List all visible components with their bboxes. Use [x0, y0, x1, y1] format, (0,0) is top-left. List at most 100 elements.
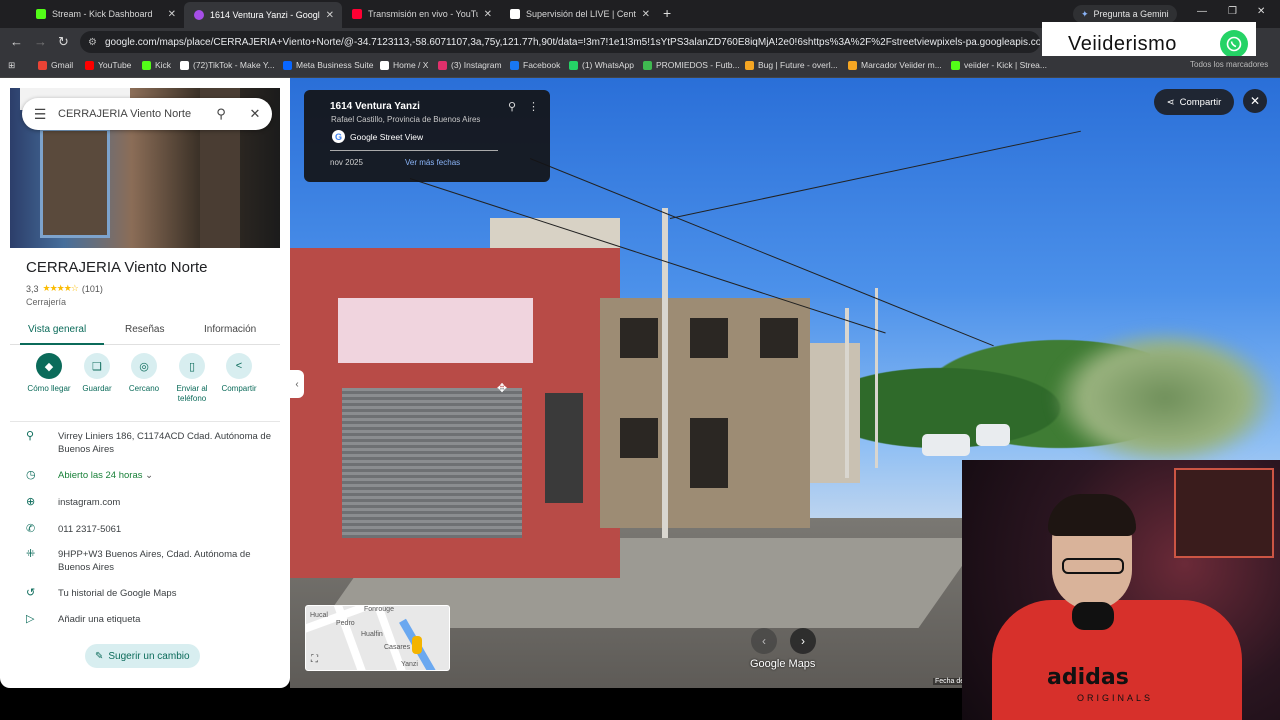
tab-reviews[interactable]: Reseñas [125, 324, 164, 335]
address-bar[interactable]: ⚙ google.com/maps/place/CERRAJERIA+Vient… [80, 31, 1040, 53]
bookmark-instagram[interactable]: (3) Instagram [438, 60, 502, 70]
forward-arrow-icon[interactable]: → [34, 34, 47, 49]
youtube-icon [352, 9, 362, 19]
hamburger-menu-icon[interactable]: ☰ [22, 106, 58, 123]
close-tab-icon[interactable]: ✕ [326, 10, 334, 21]
suggest-label: Sugerir un cambio [108, 650, 190, 662]
building-far [810, 343, 860, 483]
plus-code-row[interactable]: ⁜ 9HPP+W3 Buenos Aires, Cdad. Autónoma d… [26, 548, 276, 574]
share-button[interactable]: ⋖ Compartir [1154, 89, 1234, 115]
more-dates-link[interactable]: Ver más fechas [405, 158, 460, 167]
street-label: Casares [384, 644, 411, 651]
tab-google-maps[interactable]: 1614 Ventura Yanzi - Google M ✕ [184, 2, 342, 28]
share-icon: ⋖ [1166, 96, 1175, 108]
search-icon[interactable]: ⚲ [204, 106, 238, 122]
place-category[interactable]: Cerrajería [26, 297, 66, 307]
tab-kick-dashboard[interactable]: Stream - Kick Dashboard ✕ [26, 4, 184, 24]
close-window-icon[interactable]: ✕ [1257, 6, 1265, 17]
bookmark-x[interactable]: Home / X [380, 60, 428, 70]
bookmark-marcador[interactable]: Marcador Veiider m... [848, 60, 942, 70]
street-view-source: G Google Street View [332, 130, 423, 143]
street-view-minimap[interactable]: Fonrouge Pedro Hualfin Casares Yanzi Huc… [305, 605, 450, 671]
close-tab-icon[interactable]: ✕ [484, 9, 492, 20]
close-street-view-button[interactable]: ✕ [1243, 89, 1267, 113]
chevron-down-icon[interactable]: ⌄ [145, 470, 153, 481]
suggest-edit-button[interactable]: ✎ Sugerir un cambio [85, 644, 200, 668]
window [690, 318, 728, 358]
more-options-icon[interactable]: ⋮ [528, 100, 539, 113]
phone-row[interactable]: ✆ 011 2317-5061 [26, 523, 276, 536]
bookmark-kick[interactable]: Kick [142, 60, 171, 70]
all-bookmarks-button[interactable]: Todos los marcadores [1190, 60, 1268, 69]
kick-icon [951, 60, 960, 70]
apps-grid-icon[interactable]: ⊞ [8, 60, 15, 71]
search-input[interactable]: CERRAJERIA Viento Norte [58, 108, 204, 120]
save-button[interactable]: ❑ Guardar [70, 353, 124, 394]
google-g-icon: G [332, 130, 345, 143]
address-row[interactable]: ⚲ Virrey Liniers 186, C1174ACD Cdad. Aut… [26, 430, 276, 456]
back-arrow-icon[interactable]: ← [10, 34, 23, 49]
reload-icon[interactable]: ↻ [58, 34, 69, 50]
bookmark-veiider-kick[interactable]: veiider - Kick | Strea... [951, 60, 1047, 70]
bookmark-promiedos[interactable]: PROMIEDOS - Futb... [643, 60, 740, 70]
website-row[interactable]: ⊕ instagram.com [26, 496, 276, 509]
bookmark-tiktok[interactable]: (72)TikTok - Make Y... [180, 60, 275, 70]
directions-button[interactable]: ◆ Cómo llegar [22, 353, 76, 394]
tab-tiktok-live[interactable]: Supervisión del LIVE | Centro LI ✕ [500, 4, 658, 24]
close-tab-icon[interactable]: ✕ [642, 9, 650, 20]
minimize-icon[interactable]: — [1197, 6, 1207, 17]
location-pin-icon[interactable]: ⚲ [508, 100, 516, 113]
place-tabs: Vista general Reseñas Información [10, 321, 280, 345]
close-icon: ✕ [1249, 94, 1261, 108]
window [620, 418, 658, 458]
share-place-button[interactable]: < Compartir [212, 353, 266, 394]
collapse-panel-button[interactable]: ‹ [290, 370, 304, 398]
phone-number[interactable]: 011 2317-5061 [58, 523, 276, 536]
website-link[interactable]: instagram.com [58, 496, 276, 509]
label-row[interactable]: ▷ Añadir una etiqueta [26, 613, 276, 626]
rating-row[interactable]: 3,3 ★★★★☆ (101) [26, 283, 103, 294]
rating-value: 3,3 [26, 283, 39, 294]
bookmark-gmail[interactable]: Gmail [38, 60, 73, 70]
review-count: (101) [81, 283, 103, 294]
hours-row[interactable]: ◷ Abierto las 24 horas ⌄ [26, 469, 276, 482]
pegman-icon[interactable] [412, 636, 422, 654]
bookmark-bug-future[interactable]: Bug | Future - overl... [745, 60, 838, 70]
facebook-icon [510, 60, 519, 70]
share-label: Compartir [1179, 96, 1222, 108]
bookmark-u-icon [848, 60, 857, 70]
tab-youtube-live[interactable]: Transmisión en vivo - YouTube ✕ [342, 4, 500, 24]
next-view-button[interactable]: › [790, 628, 816, 654]
previous-view-button[interactable]: ‹ [751, 628, 777, 654]
url-text: google.com/maps/place/CERRAJERIA+Viento+… [104, 36, 1040, 48]
building-shop [290, 248, 620, 578]
ask-gemini-button[interactable]: ✦ Pregunta a Gemini [1073, 5, 1177, 23]
capture-date: nov 2025 [330, 158, 363, 167]
expand-map-icon[interactable]: ⛶ [311, 654, 318, 665]
bookmark-label: Kick [155, 60, 172, 70]
bookmark-meta[interactable]: Meta Business Suite [283, 60, 373, 70]
send-to-phone-button[interactable]: ▯ Enviar al teléfono [165, 353, 219, 404]
tab-label: 1614 Ventura Yanzi - Google M [210, 10, 320, 20]
bookmark-whatsapp[interactable]: (1) WhatsApp [569, 60, 634, 70]
clear-search-icon[interactable]: ✕ [238, 106, 272, 122]
bookmark-youtube[interactable]: YouTube [85, 60, 131, 70]
history-row[interactable]: ↺ Tu historial de Google Maps [26, 587, 276, 600]
tab-information[interactable]: Información [204, 324, 256, 335]
bookmarks-bar: ⊞ Gmail YouTube Kick (72)TikTok - Make Y… [0, 56, 1280, 78]
bookmark-label: Facebook [523, 60, 561, 70]
nearby-button[interactable]: ◎ Cercano [117, 353, 171, 394]
window [760, 318, 798, 358]
close-tab-icon[interactable]: ✕ [168, 9, 176, 20]
site-info-icon[interactable]: ⚙ [88, 37, 97, 48]
kick-icon [36, 9, 46, 19]
location-subtitle: Rafael Castillo, Provincia de Buenos Air… [331, 115, 481, 124]
utility-pole [662, 208, 668, 538]
search-box[interactable]: ☰ CERRAJERIA Viento Norte ⚲ ✕ [22, 98, 272, 130]
restore-icon[interactable]: ❐ [1228, 6, 1237, 17]
new-tab-button[interactable]: + [663, 5, 671, 21]
streamer-hair [1048, 494, 1136, 536]
bookmark-facebook[interactable]: Facebook [510, 60, 560, 70]
tab-overview[interactable]: Vista general [28, 324, 86, 335]
action-label: Compartir [221, 384, 257, 393]
